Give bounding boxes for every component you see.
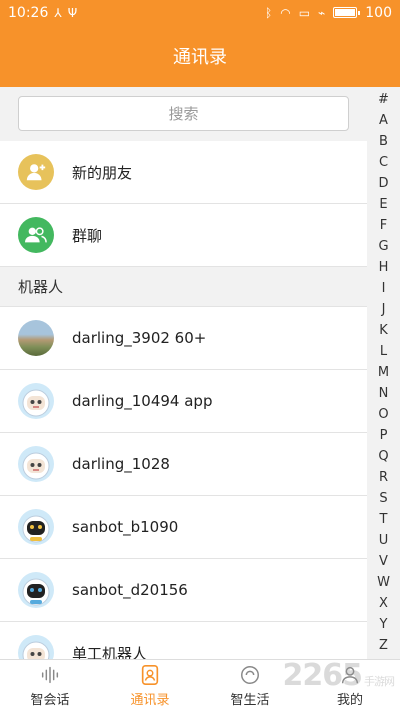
index-letter[interactable]: J — [382, 299, 386, 320]
page-title: 通讯录 — [173, 47, 227, 68]
robot-avatar-icon — [18, 572, 54, 608]
index-letter[interactable]: W — [377, 572, 390, 593]
watermark-logo: 2265 手游网 — [282, 658, 396, 693]
index-letter[interactable]: R — [379, 467, 388, 488]
group-chat-icon — [18, 217, 54, 253]
index-letter[interactable]: I — [382, 278, 386, 299]
index-letter[interactable]: H — [379, 257, 389, 278]
index-letter[interactable]: O — [378, 404, 388, 425]
index-letter[interactable]: C — [379, 152, 388, 173]
contact-row[interactable]: sanbot_b1090 — [0, 496, 367, 559]
contact-row[interactable]: darling_10494 app — [0, 370, 367, 433]
index-letter[interactable]: U — [379, 530, 389, 551]
contact-list: 新的朋友 群聊 机器人 darling_3902 60+ darling_104… — [0, 141, 367, 685]
index-letter[interactable]: # — [378, 89, 389, 110]
tab-contacts[interactable]: 通讯录 — [100, 660, 200, 711]
alphabet-index-bar[interactable]: # A B C D E F G H I J K L M N O P Q R S T U V W X Y Z — [367, 87, 400, 659]
index-letter[interactable]: M — [378, 362, 389, 383]
index-letter[interactable]: E — [379, 194, 387, 215]
battery-icon — [333, 7, 361, 18]
index-letter[interactable]: S — [379, 488, 387, 509]
index-letter[interactable]: Z — [379, 635, 388, 656]
group-chat-item[interactable]: 群聊 — [0, 204, 367, 267]
contact-name: darling_3902 60+ — [72, 329, 207, 347]
index-letter[interactable]: F — [380, 215, 387, 236]
contact-row[interactable]: darling_1028 — [0, 433, 367, 496]
index-letter[interactable]: V — [379, 551, 388, 572]
search-area: 搜索 — [0, 87, 367, 141]
smart-life-icon — [241, 665, 259, 684]
tab-chat[interactable]: 智会话 — [0, 660, 100, 711]
bluetooth-icon: ᛒ — [265, 5, 273, 20]
network-share-icon: ⅄ — [54, 5, 62, 20]
contact-row[interactable]: sanbot_d20156 — [0, 559, 367, 622]
tab-label: 通讯录 — [130, 692, 170, 708]
usb-icon: Ψ — [67, 5, 78, 20]
index-letter[interactable]: Y — [380, 614, 388, 635]
contact-name: darling_1028 — [72, 455, 170, 473]
index-letter[interactable]: N — [379, 383, 389, 404]
index-letter[interactable]: G — [378, 236, 388, 257]
index-letter[interactable]: X — [379, 593, 388, 614]
index-letter[interactable]: B — [379, 131, 388, 152]
wing-icon: ⌁ — [318, 5, 326, 20]
tab-label: 智生活 — [230, 692, 270, 708]
new-friends-item[interactable]: 新的朋友 — [0, 141, 367, 204]
status-bar: 10:26 ⅄ Ψ ᛒ ◠ ▭ ⌁ 100 — [0, 0, 400, 25]
tab-label: 智会话 — [30, 692, 70, 708]
index-letter[interactable]: K — [379, 320, 388, 341]
index-letter[interactable]: D — [378, 173, 388, 194]
watermark-text: 2265 — [282, 658, 363, 693]
search-placeholder: 搜索 — [168, 105, 199, 123]
index-letter[interactable]: L — [380, 341, 387, 362]
page-title-bar: 通讯录 — [0, 25, 400, 87]
index-letter[interactable]: A — [379, 110, 388, 131]
screen-icon: ▭ — [298, 5, 311, 20]
contact-name: sanbot_b1090 — [72, 518, 179, 536]
robot-avatar-icon — [18, 383, 54, 419]
robot-avatar-icon — [18, 509, 54, 545]
group-chat-label: 群聊 — [72, 226, 103, 245]
contact-name: sanbot_d20156 — [72, 581, 188, 599]
section-header-robots: 机器人 — [0, 267, 367, 307]
wifi-icon: ◠ — [280, 5, 291, 20]
index-letter[interactable]: T — [380, 509, 388, 530]
new-friend-icon — [18, 154, 54, 190]
search-input[interactable]: 搜索 — [18, 96, 349, 131]
contact-row[interactable]: darling_3902 60+ — [0, 307, 367, 370]
section-label: 机器人 — [18, 278, 64, 296]
voice-wave-icon — [41, 666, 59, 683]
contact-name: darling_10494 app — [72, 392, 213, 410]
contact-avatar-photo — [18, 320, 54, 356]
robot-avatar-icon — [18, 446, 54, 482]
new-friends-label: 新的朋友 — [72, 163, 133, 182]
watermark-suffix: 手游网 — [364, 675, 395, 688]
index-letter[interactable]: Q — [378, 446, 388, 467]
status-time: 10:26 — [8, 4, 49, 21]
battery-level: 100 — [365, 4, 392, 21]
index-letter[interactable]: P — [380, 425, 388, 446]
contacts-book-icon — [141, 664, 159, 685]
